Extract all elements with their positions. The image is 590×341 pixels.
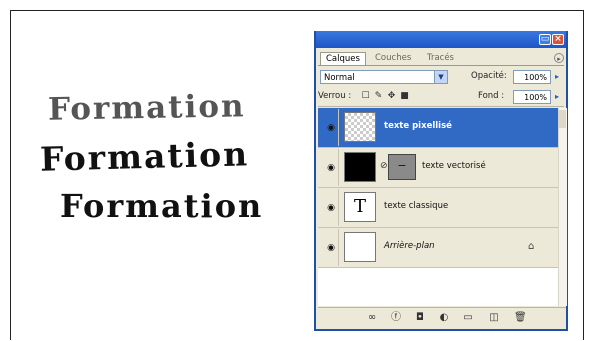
layer-name: texte vectorisé — [422, 161, 486, 171]
visibility-toggle[interactable]: ◉ — [320, 109, 339, 146]
vector-mask-thumbnail: − — [388, 154, 416, 180]
fill-label: Fond : — [478, 91, 505, 101]
lock-brush-icon[interactable]: ✎ — [373, 91, 384, 102]
layer-texte-classique[interactable]: ◉ T texte classique — [318, 188, 558, 228]
layer-style-icon[interactable]: ⓕ — [390, 312, 402, 324]
new-layer-icon[interactable]: ◫ — [488, 312, 500, 324]
eye-icon: ◉ — [327, 203, 335, 213]
lock-all-icon[interactable]: ■ — [399, 91, 410, 102]
eye-icon: ◉ — [327, 243, 335, 253]
new-group-icon[interactable]: ▭ — [462, 312, 474, 324]
tab-traces[interactable]: Tracés — [422, 52, 459, 65]
fill-field[interactable]: 100% — [513, 90, 551, 104]
eye-icon: ◉ — [327, 123, 335, 133]
formation-word-classique: Formation — [60, 187, 264, 225]
layer-list-scrollbar[interactable] — [558, 108, 567, 306]
opacity-slider-arrow-icon[interactable]: ▸ — [555, 70, 563, 84]
formation-word-pixellise: Formation — [47, 88, 246, 128]
tab-couches[interactable]: Couches — [370, 52, 416, 65]
visibility-toggle[interactable]: ◉ — [320, 149, 339, 186]
fill-slider-arrow-icon[interactable]: ▸ — [555, 90, 563, 104]
close-icon[interactable]: × — [552, 34, 564, 45]
layer-arriere-plan[interactable]: ◉ Arrière-plan ⌂ — [318, 228, 558, 268]
lock-icon: ⌂ — [528, 241, 535, 252]
tab-calques[interactable]: Calques — [320, 52, 366, 65]
scrollbar-thumb[interactable] — [559, 110, 566, 128]
layers-panel: ▭ × Calques Couches Tracés ▸ Normal ▼ Op… — [314, 31, 568, 331]
lock-move-icon[interactable]: ✥ — [386, 91, 397, 102]
opacity-label: Opacité: — [471, 71, 507, 81]
blend-mode-value: Normal — [324, 73, 355, 83]
visibility-toggle[interactable]: ◉ — [320, 229, 339, 266]
panel-menu-icon[interactable]: ▸ — [554, 53, 564, 63]
layer-texte-vectorise[interactable]: ◉ ⊘ − texte vectorisé — [318, 148, 558, 188]
eye-icon: ◉ — [327, 163, 335, 173]
layer-thumbnail — [344, 232, 376, 262]
minimize-icon[interactable]: ▭ — [539, 34, 551, 45]
link-layers-icon[interactable]: ∞ — [366, 312, 378, 324]
blend-opacity-row: Normal ▼ Opacité: 100% ▸ — [318, 68, 564, 86]
visibility-toggle[interactable]: ◉ — [320, 189, 339, 226]
add-mask-icon[interactable]: ◘ — [414, 312, 426, 324]
adjustment-layer-icon[interactable]: ◐ — [438, 312, 450, 324]
layer-name: texte pixellisé — [384, 121, 452, 131]
layer-texte-pixellise[interactable]: ◉ texte pixellisé — [318, 108, 558, 148]
panel-bottom-toolbar: ∞ ⓕ ◘ ◐ ▭ ◫ 🗑 — [318, 307, 566, 328]
panel-tabs: Calques Couches Tracés ▸ — [318, 49, 564, 66]
chevron-down-icon[interactable]: ▼ — [434, 71, 447, 83]
lock-transparency-icon[interactable]: ☐ — [360, 91, 371, 102]
layer-name: texte classique — [384, 201, 449, 211]
link-chain-icon[interactable]: ⊘ — [380, 161, 388, 171]
panel-titlebar[interactable]: ▭ × — [316, 31, 566, 48]
lock-fill-row: Verrou : ☐ ✎ ✥ ■ Fond : 100% ▸ — [318, 88, 564, 107]
layer-list: ◉ texte pixellisé ◉ ⊘ − texte vectorisé … — [318, 108, 558, 306]
formation-word-vectorise: Formation — [39, 134, 250, 179]
layer-thumbnail — [344, 112, 376, 142]
blend-mode-select[interactable]: Normal ▼ — [320, 70, 448, 84]
layer-thumbnail — [344, 152, 376, 182]
trash-icon[interactable]: 🗑 — [514, 312, 527, 324]
layer-name: Arrière-plan — [384, 241, 435, 251]
text-layer-icon: T — [344, 192, 376, 222]
opacity-field[interactable]: 100% — [513, 70, 551, 84]
lock-label: Verrou : — [318, 91, 352, 101]
